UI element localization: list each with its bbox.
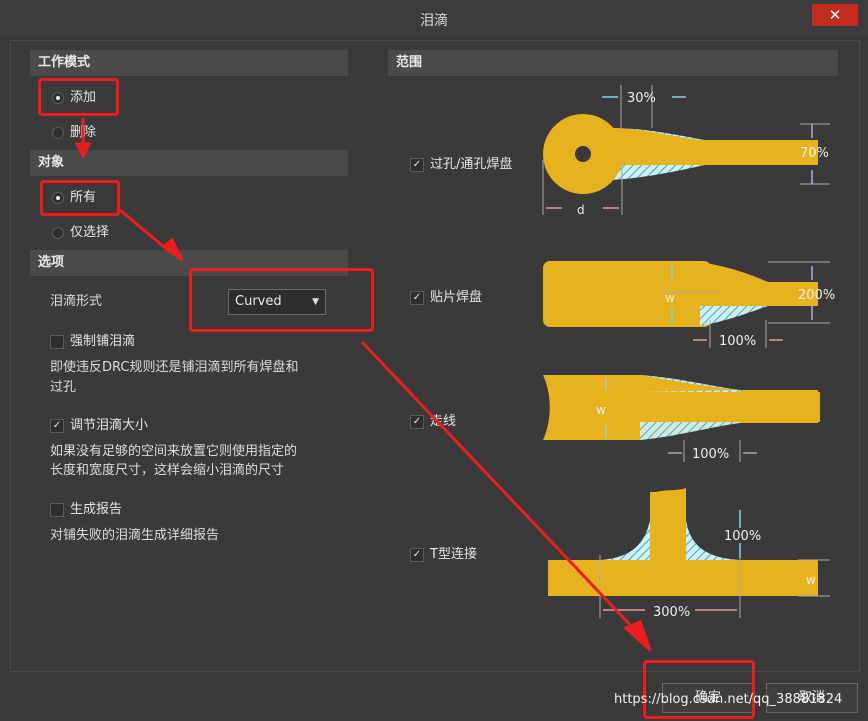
- scope-diagrams: 30% 70% d w 200% 100% w 100% 100% w 300%: [74, 85, 835, 652]
- highlight-shape: [189, 268, 374, 332]
- highlight-add: [38, 78, 119, 116]
- watermark: https://blog.csdn.net/qq_38881824: [614, 692, 843, 707]
- smd-width-dim: 200%: [798, 288, 835, 303]
- track-length-dim: 100%: [692, 447, 729, 462]
- track-diagram: [543, 375, 820, 462]
- via-width-dim: 70%: [800, 146, 829, 161]
- highlight-all: [40, 180, 120, 216]
- annotation-arrowhead: [623, 619, 652, 652]
- t-w-dim: w: [806, 573, 816, 587]
- t-diagram: [548, 488, 830, 618]
- t-width-dim: 300%: [653, 605, 690, 620]
- smd-teardrop-upper: [700, 262, 768, 282]
- highlight-ok: [643, 660, 755, 719]
- t-hatch-left: [600, 520, 650, 560]
- t-length-dim: 100%: [724, 529, 761, 544]
- t-stem-top: [650, 488, 686, 495]
- track-narrow: [640, 392, 820, 422]
- track-w-dim: w: [596, 403, 606, 417]
- t-stem: [650, 492, 686, 562]
- smd-length-dim: 100%: [719, 334, 756, 349]
- smd-diagram: [543, 261, 830, 348]
- via-diagram: [542, 85, 830, 215]
- via-d-dim: d: [577, 203, 585, 217]
- annotation-arrowhead: [74, 142, 92, 160]
- smd-pad: [543, 261, 711, 327]
- via-length-dim: 30%: [627, 91, 656, 106]
- via-hole: [575, 146, 591, 162]
- annotation-arrowhead: [161, 237, 184, 262]
- smd-w-dim: w: [665, 291, 675, 305]
- t-bar: [548, 560, 818, 596]
